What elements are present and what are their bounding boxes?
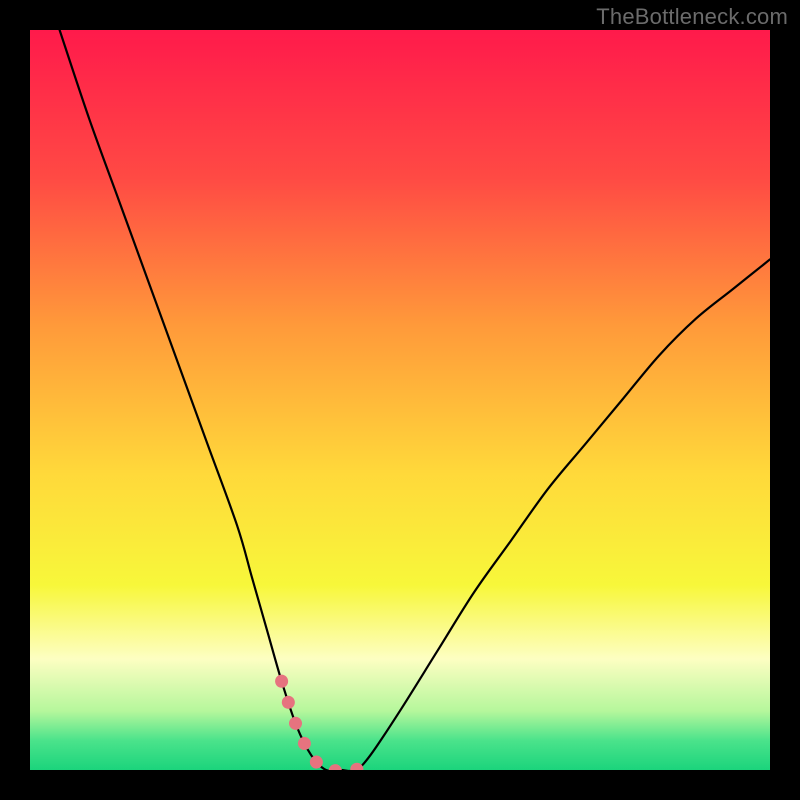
optimal-range-markers (282, 681, 371, 770)
chart-plot-area (30, 30, 770, 770)
bottleneck-curve (60, 30, 770, 770)
chart-curve-layer (30, 30, 770, 770)
watermark-text: TheBottleneck.com (596, 4, 788, 30)
